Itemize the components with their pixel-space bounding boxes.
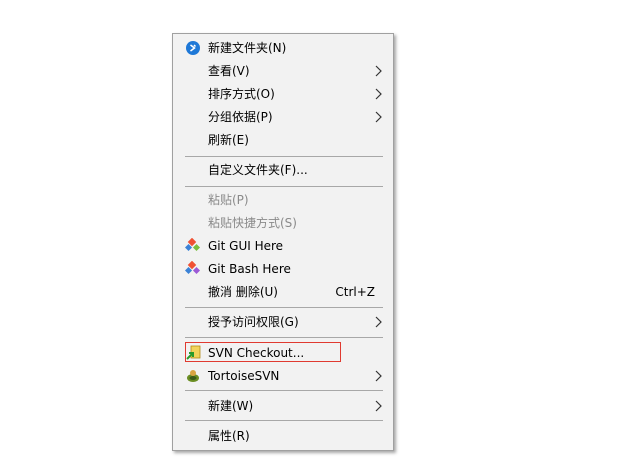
menu-item-paste: 粘贴(P) <box>175 189 391 211</box>
menu-item-label: 粘贴快捷方式(S) <box>208 216 297 230</box>
menu-item-label: 新建文件夹(N) <box>208 41 287 55</box>
menu-item-label: 分组依据(P) <box>208 110 273 124</box>
new-folder-icon <box>186 41 200 55</box>
menu-item-label: 授予访问权限(G) <box>208 315 299 329</box>
menu-item-customize-folder[interactable]: 自定义文件夹(F)... <box>175 159 391 181</box>
menu-item-label: 自定义文件夹(F)... <box>208 163 308 177</box>
chevron-right-icon <box>375 400 382 412</box>
menu-separator <box>185 420 383 421</box>
git-gui-icon <box>185 238 201 252</box>
chevron-right-icon <box>375 316 382 328</box>
menu-separator <box>185 337 383 338</box>
menu-item-git-gui-here[interactable]: Git GUI Here <box>175 235 391 257</box>
menu-item-label: 属性(R) <box>208 429 250 443</box>
menu-item-svn-checkout[interactable]: SVN Checkout... <box>175 342 391 364</box>
menu-item-label: Git Bash Here <box>208 262 291 276</box>
menu-separator <box>185 186 383 187</box>
menu-item-label: 新建(W) <box>208 399 254 413</box>
menu-separator <box>185 156 383 157</box>
git-bash-icon <box>185 261 201 275</box>
menu-item-new[interactable]: 新建(W) <box>175 395 391 417</box>
menu-separator <box>185 390 383 391</box>
chevron-right-icon <box>375 370 382 382</box>
menu-item-tortoisesvn[interactable]: TortoiseSVN <box>175 365 391 387</box>
menu-item-undo-delete[interactable]: 撤消 删除(U) Ctrl+Z <box>175 281 391 303</box>
menu-item-label: 查看(V) <box>208 64 250 78</box>
menu-item-git-bash-here[interactable]: Git Bash Here <box>175 258 391 280</box>
chevron-right-icon <box>375 65 382 77</box>
menu-item-refresh[interactable]: 刷新(E) <box>175 129 391 151</box>
tortoisesvn-icon <box>187 370 199 382</box>
menu-item-label: 粘贴(P) <box>208 193 249 207</box>
menu-item-properties[interactable]: 属性(R) <box>175 425 391 447</box>
menu-item-label: 刷新(E) <box>208 133 249 147</box>
menu-item-label: 撤消 删除(U) <box>208 285 278 299</box>
menu-item-label: TortoiseSVN <box>208 369 280 383</box>
chevron-right-icon <box>375 111 382 123</box>
menu-item-paste-shortcut: 粘贴快捷方式(S) <box>175 212 391 234</box>
chevron-right-icon <box>375 88 382 100</box>
menu-separator <box>185 307 383 308</box>
menu-item-new-folder[interactable]: 新建文件夹(N) <box>175 37 391 59</box>
menu-item-label: 排序方式(O) <box>208 87 275 101</box>
context-menu: 新建文件夹(N) 查看(V) 排序方式(O) 分组依据(P) 刷新(E) 自定义… <box>172 33 394 451</box>
menu-item-label: SVN Checkout... <box>208 346 305 360</box>
menu-item-label: Git GUI Here <box>208 239 284 253</box>
menu-item-group-by[interactable]: 分组依据(P) <box>175 106 391 128</box>
svn-checkout-icon <box>186 345 201 360</box>
menu-item-shortcut: Ctrl+Z <box>335 285 375 299</box>
menu-item-sort-by[interactable]: 排序方式(O) <box>175 83 391 105</box>
menu-item-view[interactable]: 查看(V) <box>175 60 391 82</box>
menu-item-give-access[interactable]: 授予访问权限(G) <box>175 311 391 333</box>
